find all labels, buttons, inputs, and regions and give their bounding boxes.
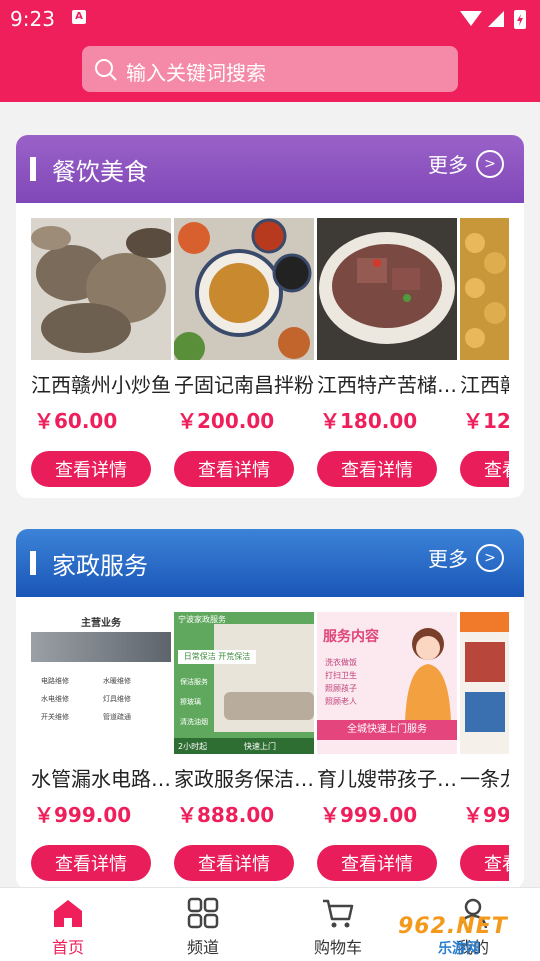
system-status-icons xyxy=(460,10,526,29)
title-bar-marker xyxy=(30,551,36,575)
view-details-button[interactable]: 查看详情 xyxy=(174,845,294,881)
tab-cart[interactable]: 购物车 xyxy=(278,896,398,958)
image-text: 照顾老人 xyxy=(325,697,357,706)
product-image-plumbing: 主营业务 电路维修 水电维修 开关维修 水暖维修 灯具维修 管道疏通 xyxy=(31,612,171,754)
image-text: 照顾孩子 xyxy=(325,684,357,693)
image-text: 水暖维修 xyxy=(103,677,131,685)
home-icon xyxy=(54,900,82,927)
search-input[interactable]: 输入关键词搜索 xyxy=(82,46,458,92)
image-text: 保洁服务 xyxy=(180,678,208,686)
tab-label: 首页 xyxy=(51,938,84,957)
chevron-right-icon: > xyxy=(476,543,504,572)
product-item[interactable]: 服务内容 洗衣做饭 打扫卫生 照顾孩子 照顾老人 全城快速上门服务 育儿嫂带孩子… xyxy=(317,612,457,881)
product-name: 江西赣南 xyxy=(460,373,509,397)
image-text: 主营业务 xyxy=(81,618,121,629)
view-details-button[interactable]: 查看详情 xyxy=(317,845,437,881)
tab-channel[interactable]: 频道 xyxy=(143,896,263,958)
status-time: 9:23 xyxy=(10,7,55,31)
image-text: 擦玻璃 xyxy=(180,698,201,706)
section-header: 餐饮美食 更多 > xyxy=(16,135,524,203)
chevron-right-icon: > xyxy=(476,149,504,178)
product-image-fried-fish xyxy=(31,218,171,360)
search-icon xyxy=(95,59,117,81)
view-details-button[interactable]: 查看详情 xyxy=(460,451,509,487)
product-item[interactable]: 子固记南昌拌粉 ￥200.00 查看详情 xyxy=(174,218,314,487)
image-text: 电路维修 xyxy=(41,677,69,685)
notification-a-icon: A xyxy=(72,10,86,24)
product-item[interactable]: 一条龙 ￥999.00 查看详情 xyxy=(460,612,509,881)
image-text: 管道疏通 xyxy=(103,713,131,721)
product-price: ￥999.00 xyxy=(34,803,132,827)
search-placeholder: 输入关键词搜索 xyxy=(126,61,266,85)
image-text: 日常保洁 开荒保洁 xyxy=(178,650,256,664)
image-text: 洗衣做饭 xyxy=(325,658,357,667)
image-text: 打扫卫生 xyxy=(325,671,357,680)
product-name: 一条龙 xyxy=(460,767,509,791)
more-link[interactable]: 更多 > xyxy=(428,543,504,572)
product-name: 江西赣州小炒鱼 xyxy=(31,373,171,397)
section-food: 餐饮美食 更多 > 江西赣州小炒鱼 ￥60.00 查看详情 子固记南昌拌粉 ￥2… xyxy=(16,135,524,498)
product-price: ￥999.00 xyxy=(320,803,418,827)
section-title: 餐饮美食 xyxy=(52,158,148,186)
product-list: 主营业务 电路维修 水电维修 开关维修 水暖维修 灯具维修 管道疏通 水管漏水电… xyxy=(31,612,509,882)
product-price: ￥888.00 xyxy=(177,803,275,827)
more-link[interactable]: 更多 > xyxy=(428,149,504,178)
tab-home[interactable]: 首页 xyxy=(8,896,128,958)
product-price: ￥180.00 xyxy=(320,409,418,433)
product-price: ￥200.00 xyxy=(177,409,275,433)
view-details-button[interactable]: 查看详情 xyxy=(31,845,151,881)
image-text: 开关维修 xyxy=(41,713,69,721)
image-text: 快速上门 xyxy=(244,742,276,751)
product-image-nanny: 服务内容 洗衣做饭 打扫卫生 照顾孩子 照顾老人 全城快速上门服务 xyxy=(317,612,457,754)
section-housekeeping: 家政服务 更多 > 主营业务 电路维修 水电维修 开关维修 水暖维修 灯具维修 … xyxy=(16,529,524,889)
view-details-button[interactable]: 查看详情 xyxy=(31,451,151,487)
image-text: 清洗油烟 xyxy=(180,718,208,726)
product-image-service xyxy=(460,612,509,754)
image-text: 水电维修 xyxy=(41,695,69,703)
more-label: 更多 xyxy=(428,153,468,177)
tab-label: 购物车 xyxy=(313,938,362,957)
product-name: 水管漏水电路维修 xyxy=(31,767,171,791)
watermark-logo: 962.NET 乐游网 xyxy=(398,910,534,958)
nanny-illustration xyxy=(405,628,451,722)
product-image-noodles xyxy=(174,218,314,360)
watermark-subtext: 乐游网 xyxy=(438,941,480,957)
view-details-button[interactable]: 查看详情 xyxy=(174,451,294,487)
view-details-button[interactable]: 查看详情 xyxy=(317,451,437,487)
image-text: 灯具维修 xyxy=(103,695,131,703)
product-price: ￥60.00 xyxy=(34,409,118,433)
header: 输入关键词搜索 xyxy=(0,36,540,102)
image-text: 全城快速上门服务 xyxy=(317,720,457,740)
product-name: 江西特产苦槠豆腐 xyxy=(317,373,457,397)
product-image-cleaning: 宁波家政服务 日常保洁 开荒保洁 保洁服务 擦玻璃 清洗油烟 2小时起 快速上门 xyxy=(174,612,314,754)
product-item[interactable]: 主营业务 电路维修 水电维修 开关维修 水暖维修 灯具维修 管道疏通 水管漏水电… xyxy=(31,612,171,881)
watermark-text: 962.NET xyxy=(398,914,508,939)
grid-icon xyxy=(187,897,219,929)
image-text: 服务内容 xyxy=(323,629,379,645)
tab-label: 频道 xyxy=(186,938,219,957)
cart-icon xyxy=(323,899,354,928)
product-item[interactable]: 江西赣州小炒鱼 ￥60.00 查看详情 xyxy=(31,218,171,487)
title-bar-marker xyxy=(30,157,36,181)
product-name: 家政服务保洁开荒 xyxy=(174,767,314,791)
view-details-button[interactable]: 查看详情 xyxy=(460,845,509,881)
more-label: 更多 xyxy=(428,547,468,571)
image-text: 2小时起 xyxy=(178,742,208,751)
product-item[interactable]: 江西特产苦槠豆腐 ￥180.00 查看详情 xyxy=(317,218,457,487)
section-title: 家政服务 xyxy=(52,552,148,580)
product-image-beans xyxy=(460,218,509,360)
product-name: 子固记南昌拌粉 xyxy=(174,373,314,397)
product-price: ￥120.00 xyxy=(463,409,509,433)
product-image-tofu xyxy=(317,218,457,360)
product-item[interactable]: 宁波家政服务 日常保洁 开荒保洁 保洁服务 擦玻璃 清洗油烟 2小时起 快速上门… xyxy=(174,612,314,881)
product-price: ￥999.00 xyxy=(463,803,509,827)
product-item[interactable]: 江西赣南 ￥120.00 查看详情 xyxy=(460,218,509,487)
product-name: 育儿嫂带孩子服务 xyxy=(317,767,457,791)
product-list: 江西赣州小炒鱼 ￥60.00 查看详情 子固记南昌拌粉 ￥200.00 查看详情 xyxy=(31,218,509,488)
section-header: 家政服务 更多 > xyxy=(16,529,524,597)
status-bar: 9:23 A xyxy=(0,0,540,36)
